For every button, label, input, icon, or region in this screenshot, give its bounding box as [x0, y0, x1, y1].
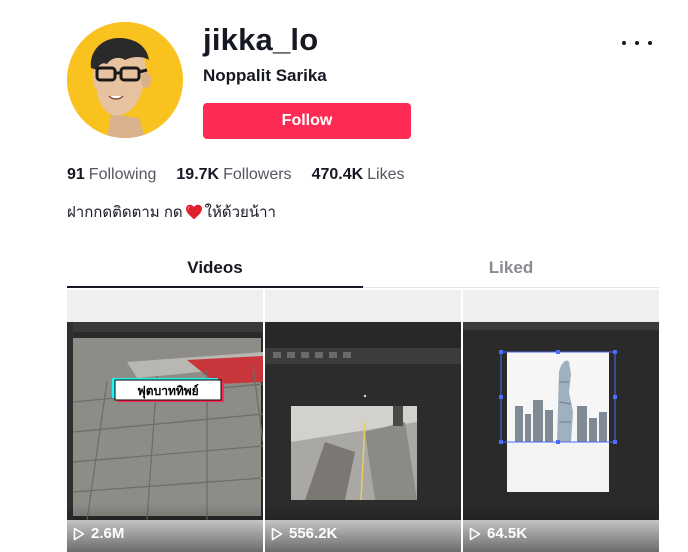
dot — [622, 41, 626, 45]
tab-liked[interactable]: Liked — [363, 250, 659, 288]
video-thumbnail: ฟุตบาททิพย์ — [67, 322, 263, 520]
username: jikka_lo — [203, 22, 319, 57]
likes-stat: 470.4K Likes — [312, 166, 405, 184]
followers-label: Followers — [223, 166, 292, 183]
view-count: 556.2K — [271, 525, 337, 542]
bio-text-start: ฝากกดติดตาม กด — [67, 204, 183, 221]
play-icon — [469, 527, 481, 540]
video-card[interactable]: 556.2K — [265, 290, 461, 552]
followers-stat[interactable]: 19.7K Followers — [176, 166, 291, 184]
play-icon — [271, 527, 283, 540]
avatar[interactable] — [67, 22, 183, 138]
profile-stats: 91 Following 19.7K Followers 470.4K Likes — [67, 166, 425, 184]
likes-count: 470.4K — [311, 166, 364, 183]
display-name: Noppalit Sarika — [203, 66, 327, 85]
view-count: 2.6M — [73, 525, 124, 542]
likes-label: Likes — [367, 166, 405, 183]
video-thumbnail — [265, 322, 461, 520]
play-icon — [73, 527, 85, 540]
view-count-text: 556.2K — [289, 525, 338, 542]
video-card[interactable]: 64.5K — [463, 290, 659, 552]
video-card[interactable]: ฟุตบาททิพย์ 2.6M — [67, 290, 263, 552]
following-count: 91 — [67, 166, 85, 183]
video-grid: ฟุตบาททิพย์ 2.6M 556.2K 64.5K — [67, 290, 659, 552]
dot — [648, 41, 652, 45]
view-count: 64.5K — [469, 525, 527, 542]
tab-videos[interactable]: Videos — [67, 250, 363, 288]
view-count-text: 64.5K — [487, 525, 528, 542]
dot — [635, 41, 639, 45]
following-stat[interactable]: 91 Following — [67, 166, 156, 184]
follow-button[interactable]: Follow — [203, 103, 411, 139]
followers-count: 19.7K — [176, 166, 220, 183]
avatar-illustration — [67, 22, 183, 138]
heart-icon — [185, 204, 202, 220]
bio: ฝากกดติดตาม กด ให้ด้วยน้าา — [67, 200, 276, 224]
video-thumbnail — [463, 322, 659, 520]
video-caption: ฟุตบาททิพย์ — [137, 384, 198, 399]
following-label: Following — [88, 166, 157, 183]
view-count-text: 2.6M — [91, 525, 125, 542]
more-options-icon[interactable] — [622, 36, 652, 50]
active-tab-indicator — [67, 286, 363, 288]
profile-tabs: Videos Liked — [67, 250, 659, 288]
bio-text-end: ให้ด้วยน้าา — [204, 204, 276, 221]
